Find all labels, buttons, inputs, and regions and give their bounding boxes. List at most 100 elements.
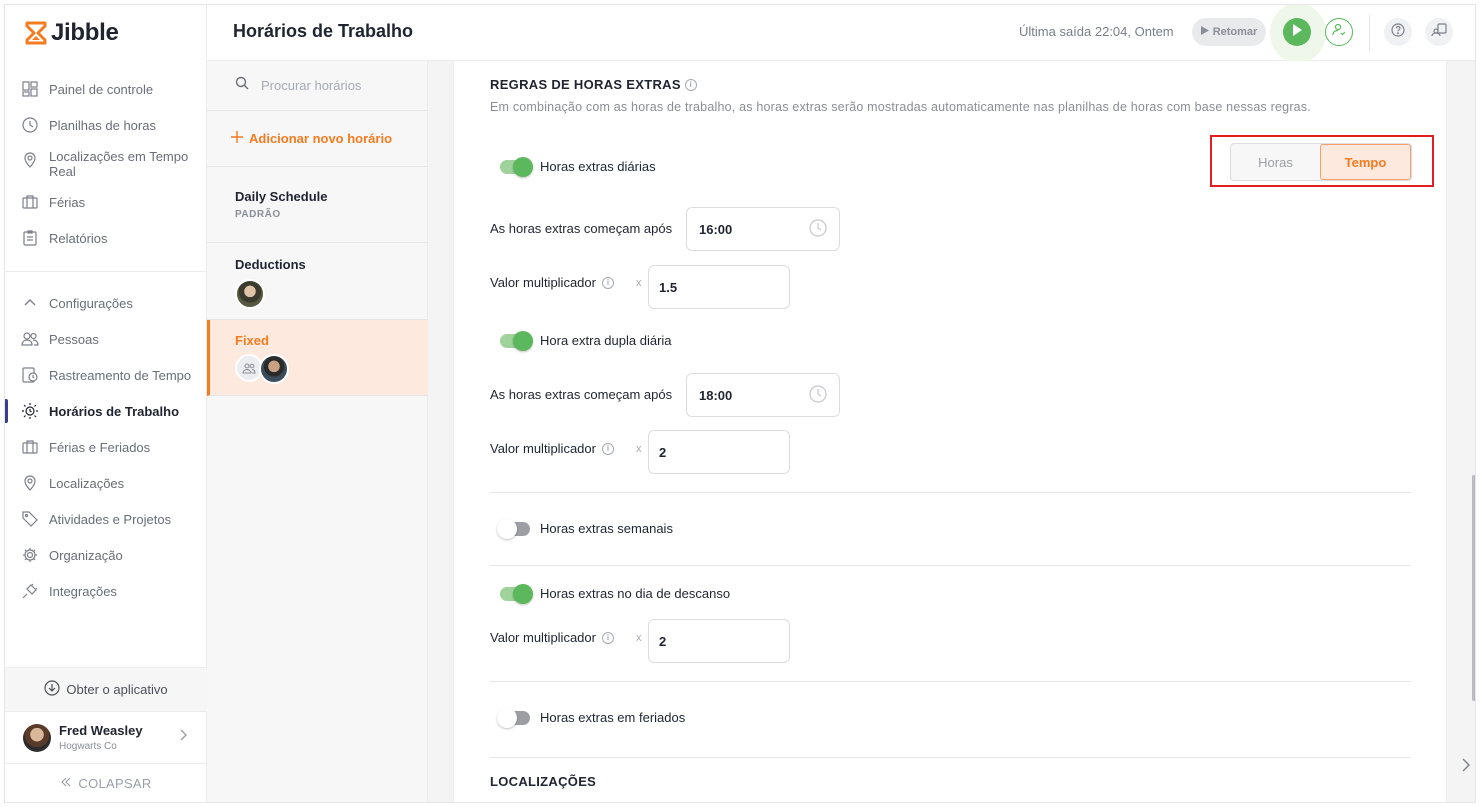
overtime-rules-description: Em combinação com as horas de trabalho, … (490, 100, 1311, 114)
sidebar-item-reports[interactable]: Relatórios (5, 222, 207, 254)
sidebar-item-organization[interactable]: Organização (5, 539, 207, 571)
user-check-icon (1332, 23, 1346, 42)
user-status-button[interactable] (1325, 18, 1353, 46)
sidebar-item-leave[interactable]: Férias (5, 186, 207, 218)
gear-icon (21, 546, 39, 564)
rest-day-toggle[interactable] (500, 583, 533, 604)
times-symbol: x (636, 632, 642, 644)
brand-name: Jibble (51, 19, 119, 46)
daily-overtime-toggle[interactable] (500, 156, 533, 177)
sidebar-item-integrations[interactable]: Integrações (5, 575, 207, 607)
times-symbol: x (636, 443, 642, 455)
daily-starts-after-input[interactable]: 16:00 (686, 207, 840, 251)
sidebar-item-leave-holidays[interactable]: Férias e Feriados (5, 431, 207, 463)
clock-icon (21, 116, 39, 134)
rest-day-label: Horas extras no dia de descanso (540, 586, 731, 601)
double-starts-after-input[interactable]: 18:00 (686, 373, 840, 417)
user-profile[interactable]: Fred Weasley Hogwarts Co (5, 711, 207, 763)
clipboard-icon (21, 229, 39, 247)
sidebar-item-time-tracking[interactable]: Rastreamento de Tempo (5, 359, 207, 391)
segment-hours[interactable]: Horas (1231, 144, 1320, 180)
schedule-name: Fixed (235, 333, 269, 348)
info-icon[interactable]: i (601, 631, 614, 644)
search-input[interactable] (261, 78, 411, 93)
holidays-row: Horas extras em feriados (497, 707, 686, 728)
sidebar-settings-toggle[interactable]: Configurações (5, 287, 207, 319)
sidebar-item-label: Rastreamento de Tempo (49, 367, 192, 383)
multiplier-label-text: Valor multiplicador (490, 630, 596, 645)
question-icon (1391, 22, 1405, 42)
user-org: Hogwarts Co (59, 741, 117, 752)
overtime-format-segmented-control: Horas Tempo (1230, 143, 1412, 181)
schedule-item-fixed[interactable]: Fixed (207, 320, 428, 396)
chevron-right-icon (179, 728, 189, 747)
schedule-members (235, 354, 428, 384)
time-value: 18:00 (699, 387, 733, 403)
overtime-rules-title: REGRAS DE HORAS EXTRAS i (490, 77, 697, 92)
holidays-toggle[interactable] (497, 707, 530, 728)
section-divider (490, 757, 1411, 758)
sidebar-item-timesheets[interactable]: Planilhas de horas (5, 109, 207, 141)
tag-icon (21, 510, 39, 528)
sidebar-item-label: Relatórios (49, 230, 108, 246)
time-value: 16:00 (699, 221, 733, 237)
help-button[interactable] (1384, 18, 1412, 46)
holidays-label: Horas extras em feriados (540, 710, 686, 725)
add-new-schedule-button[interactable]: Adicionar novo horário (207, 111, 428, 167)
info-icon[interactable]: i (601, 442, 614, 455)
app-window: Jibble Painel de controle Planilhas de h… (4, 4, 1476, 803)
plug-icon (21, 582, 39, 600)
schedule-item-daily[interactable]: Daily Schedule PADRÃO (207, 167, 428, 243)
multiplier-label-text: Valor multiplicador (490, 441, 596, 456)
sidebar-item-activities-projects[interactable]: Atividades e Projetos (5, 503, 207, 535)
avatar (23, 723, 51, 752)
info-icon[interactable]: i (601, 276, 614, 289)
segment-time[interactable]: Tempo (1320, 144, 1411, 180)
sidebar-item-label: Localizações em Tempo Real (49, 149, 189, 179)
page-title: Horários de Trabalho (233, 21, 414, 41)
clock-icon (809, 218, 827, 240)
chevron-right-icon[interactable] (1458, 753, 1474, 777)
play-small-icon (1200, 26, 1209, 38)
double-multiplier-input[interactable]: 2 (648, 430, 790, 474)
schedule-item-deductions[interactable]: Deductions (207, 243, 428, 320)
sidebar-item-label: Atividades e Projetos (49, 511, 172, 527)
avatar (259, 354, 289, 384)
weekly-overtime-toggle[interactable] (497, 518, 530, 539)
search-icon (235, 76, 249, 95)
sidebar-item-label: Férias (49, 194, 86, 210)
resume-button[interactable]: Retomar (1192, 18, 1266, 46)
rest-day-multiplier-input[interactable]: 2 (648, 619, 790, 663)
sidebar-item-label: Pessoas (49, 331, 99, 347)
sidebar-item-people[interactable]: Pessoas (5, 323, 207, 355)
times-symbol: x (636, 277, 642, 289)
play-icon (1292, 23, 1302, 41)
time-tracking-icon (21, 366, 39, 384)
info-icon[interactable]: i (684, 78, 697, 91)
collapse-sidebar-button[interactable]: COLAPSAR (5, 763, 207, 802)
work-schedule-icon (21, 402, 39, 420)
daily-double-toggle[interactable] (500, 330, 533, 351)
get-app-label: Obter o aplicativo (66, 682, 168, 697)
sidebar-item-locations[interactable]: Localizações (5, 467, 207, 499)
dashboard-icon (21, 80, 39, 98)
locations-title: LOCALIZAÇÕES (490, 774, 597, 789)
weekly-overtime-row: Horas extras semanais (497, 518, 673, 539)
jibble-logo[interactable]: Jibble (25, 19, 119, 47)
header-separator (1369, 15, 1370, 51)
schedule-members (235, 279, 428, 309)
notifications-button[interactable] (1425, 18, 1453, 46)
get-app-button[interactable]: Obter o aplicativo (5, 667, 207, 711)
sidebar-item-label: Férias e Feriados (49, 439, 151, 455)
sidebar-item-label: Horários de Trabalho (49, 403, 180, 419)
sidebar-item-work-schedules[interactable]: Horários de Trabalho (5, 395, 207, 427)
suitcase-icon (21, 193, 39, 211)
sidebar-item-dashboard[interactable]: Painel de controle (5, 73, 207, 105)
scrollbar[interactable] (1472, 475, 1475, 701)
collapse-label: COLAPSAR (78, 776, 152, 791)
daily-multiplier-input[interactable]: 1.5 (648, 265, 790, 309)
clock-in-play-button[interactable] (1283, 18, 1311, 46)
sidebar-divider (5, 271, 207, 272)
sidebar-item-live-locations[interactable]: Localizações em Tempo Real (5, 149, 207, 185)
schedule-detail-card: REGRAS DE HORAS EXTRAS i Em combinação c… (453, 61, 1447, 802)
